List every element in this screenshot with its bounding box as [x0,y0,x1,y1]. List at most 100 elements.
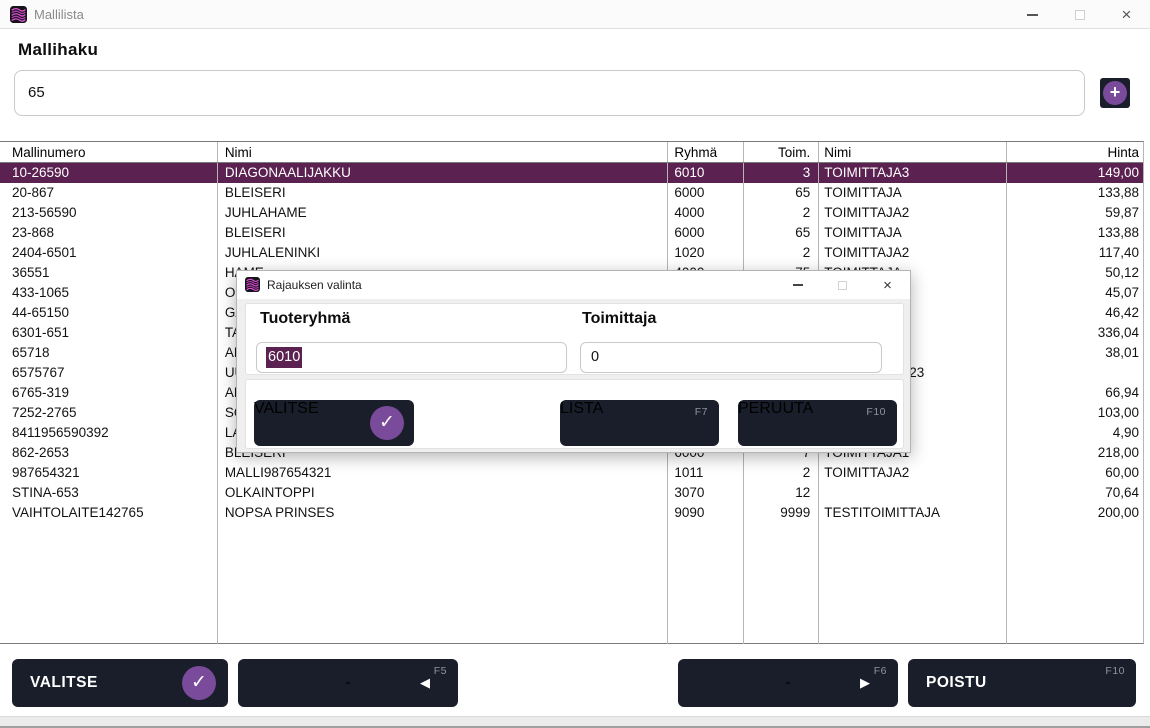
dialog-maximize-button[interactable] [820,271,865,299]
cell-toimittaja_nimi: TESTITOIMITTAJA [819,503,1007,523]
cell-mallinumero: 862-2653 [0,443,218,463]
footer-bar: VALITSE ✓ - ◀ F5 Sivu 1/1 - ▶ F6 POISTU … [0,645,1150,712]
prev-page-button[interactable]: - ◀ F5 [238,659,458,707]
cell-nimi: JUHLALENINKI [218,243,669,263]
cell-toim: 2 [744,243,819,263]
tuoteryhma-input[interactable]: 6010 [256,342,567,373]
next-fkey-hint: F6 [874,665,887,677]
cell-hinta: 200,00 [1007,503,1143,523]
cell-empty [668,523,744,644]
window-controls: × [1009,0,1150,29]
cell-mallinumero: 44-65150 [0,303,218,323]
cell-toimittaja_nimi [819,483,1007,503]
next-page-button[interactable]: - ▶ F6 [678,659,898,707]
tuoteryhma-value-selected: 6010 [266,347,302,368]
lista-fkey-hint: F7 [695,406,708,418]
poistu-fkey-hint: F10 [1105,665,1125,677]
cell-nimi: BLEISERI [218,183,669,203]
table-row[interactable]: 20-867BLEISERI600065TOIMITTAJA133,88 [0,183,1143,203]
cell-toim: 2 [744,203,819,223]
cell-empty [819,523,1007,644]
maximize-icon [1075,10,1085,20]
app-logo-icon [10,6,27,23]
dialog-peruuta-button[interactable]: PERUUTA F10 [738,400,897,446]
cell-toimittaja_nimi: TOIMITTAJA2 [819,203,1007,223]
cell-mallinumero: 6765-319 [0,383,218,403]
cell-ryhma: 1011 [668,463,744,483]
bottom-strip [0,716,1150,728]
valitse-button[interactable]: VALITSE ✓ [12,659,228,707]
prev-fkey-hint: F5 [434,665,447,677]
toimittaja-label: Toimittaja [582,310,656,328]
cell-nimi: MALLI987654321 [218,463,669,483]
dialog-lista-button[interactable]: LISTA F7 [560,400,719,446]
cell-mallinumero: 213-56590 [0,203,218,223]
cell-hinta: 50,12 [1007,263,1143,283]
table-header: MallinumeroNimiRyhmäToim.NimiHinta [0,142,1143,163]
table-row[interactable]: VAIHTOLAITE142765NOPSA PRINSES90909999TE… [0,503,1143,523]
table-row[interactable]: 213-56590JUHLAHAME40002TOIMITTAJA259,87 [0,203,1143,223]
cell-mallinumero: STINA-653 [0,483,218,503]
dialog-titlebar: Rajauksen valinta × [237,271,910,299]
search-input[interactable]: 65 [14,70,1085,116]
plus-icon: + [1103,81,1127,105]
check-icon: ✓ [370,406,404,440]
titlebar: Mallilista × [0,0,1150,29]
minimize-icon [1027,14,1038,16]
cell-mallinumero: 23-868 [0,223,218,243]
cell-ryhma: 6000 [668,183,744,203]
add-button[interactable]: + [1100,78,1130,108]
cell-hinta: 60,00 [1007,463,1143,483]
close-button[interactable]: × [1103,0,1150,29]
cell-mallinumero: 20-867 [0,183,218,203]
cell-mallinumero: VAIHTOLAITE142765 [0,503,218,523]
tuoteryhma-label: Tuoteryhmä [260,310,350,328]
column-header-ryhma: Ryhmä [668,142,744,162]
cell-nimi: DIAGONAALIJAKKU [218,163,669,183]
poistu-button-label: POISTU [926,659,987,707]
cell-ryhma: 9090 [668,503,744,523]
cell-ryhma: 3070 [668,483,744,503]
minimize-icon [793,284,803,286]
dialog-controls: × [775,271,910,299]
table-row[interactable]: 987654321MALLI98765432110112TOIMITTAJA26… [0,463,1143,483]
cell-ryhma: 1020 [668,243,744,263]
cell-hinta: 218,00 [1007,443,1143,463]
table-row[interactable]: STINA-653OLKAINTOPPI30701270,64 [0,483,1143,503]
cell-empty [0,523,218,644]
cell-mallinumero: 10-26590 [0,163,218,183]
toimittaja-input[interactable]: 0 [580,342,882,373]
maximize-button[interactable] [1056,0,1103,29]
dialog-title: Rajauksen valinta [267,271,362,299]
cell-empty [744,523,819,644]
cell-hinta: 117,40 [1007,243,1143,263]
minimize-button[interactable] [1009,0,1056,29]
poistu-button[interactable]: POISTU F10 [908,659,1136,707]
cell-hinta: 38,01 [1007,343,1143,363]
column-header-mallinumero: Mallinumero [0,142,218,162]
peruuta-fkey-hint: F10 [866,406,886,418]
table-row[interactable]: 23-868BLEISERI600065TOIMITTAJA133,88 [0,223,1143,243]
check-icon: ✓ [182,666,216,700]
cell-hinta: 70,64 [1007,483,1143,503]
cell-ryhma: 6000 [668,223,744,243]
cell-toim: 9999 [744,503,819,523]
cell-hinta: 133,88 [1007,183,1143,203]
cell-toim: 65 [744,183,819,203]
cell-mallinumero: 6575767 [0,363,218,383]
table-row[interactable]: 2404-6501JUHLALENINKI10202TOIMITTAJA2117… [0,243,1143,263]
table-filler [0,523,1143,644]
table-row[interactable]: 10-26590DIAGONAALIJAKKU60103TOIMITTAJA31… [0,163,1143,183]
maximize-icon [838,281,847,290]
close-icon: × [883,277,892,294]
cell-hinta: 149,00 [1007,163,1143,183]
dialog-minimize-button[interactable] [775,271,820,299]
cell-nimi: NOPSA PRINSES [218,503,669,523]
dialog-valitse-button[interactable]: VALITSE ✓ [254,400,414,446]
cell-hinta: 66,94 [1007,383,1143,403]
dialog-buttons-card: VALITSE ✓ LISTA F7 PERUUTA F10 [245,379,904,449]
cell-hinta: 46,42 [1007,303,1143,323]
cell-mallinumero: 6301-651 [0,323,218,343]
cell-nimi: BLEISERI [218,223,669,243]
dialog-close-button[interactable]: × [865,271,910,299]
